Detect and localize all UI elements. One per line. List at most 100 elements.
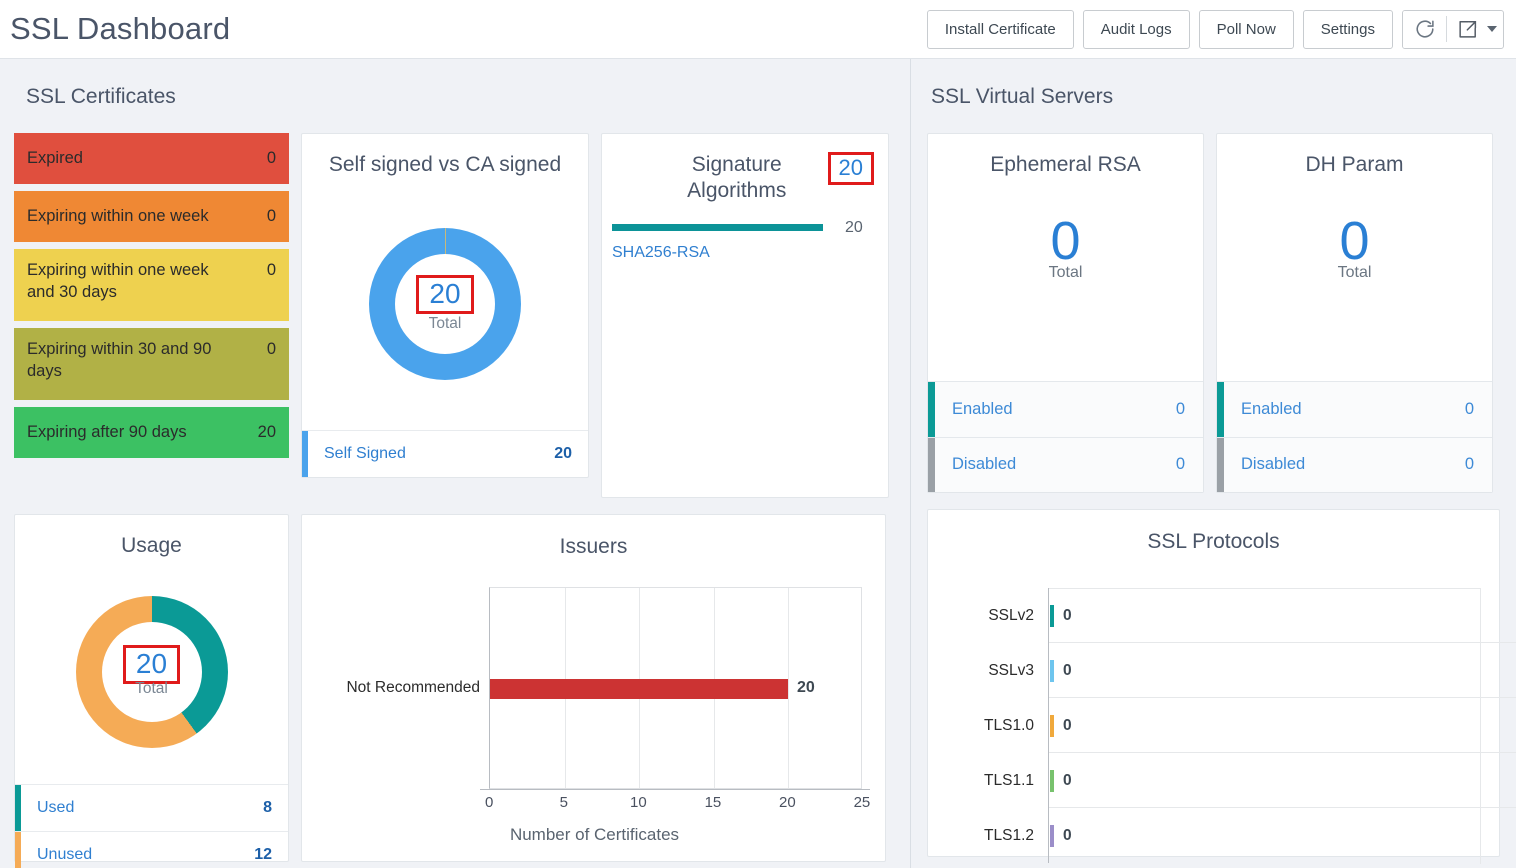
legend-value: 8 xyxy=(263,799,272,817)
usage-card: Usage 20 Total Used 8 Unused 12 xyxy=(14,514,289,868)
certificate-status-list: Expired 0 Expiring within one week 0 Exp… xyxy=(14,133,289,498)
protocol-plot: 0 xyxy=(1048,588,1516,643)
ssl-protocols-plot-area: SSLv2 0 SSLv3 0 TLS1.0 0 TLS1.1 0 TLS1.2… xyxy=(928,588,1516,864)
ephemeral-rsa-card: Ephemeral RSA 0 Total Enabled 0 Disabled… xyxy=(927,133,1204,493)
status-row-expiring-after-90-days[interactable]: Expiring after 90 days 20 xyxy=(14,407,289,458)
self-signed-donut-chart[interactable]: 20 Total xyxy=(302,178,588,430)
usage-donut-chart[interactable]: 20 Total xyxy=(15,559,288,784)
status-row-expiring-week-30-days[interactable]: Expiring within one week and 30 days 0 xyxy=(14,249,289,321)
legend-row-unused[interactable]: Unused 12 xyxy=(15,831,288,868)
donut-total-label: Total xyxy=(428,315,462,333)
status-value: 0 xyxy=(266,207,276,226)
settings-button[interactable]: Settings xyxy=(1302,9,1393,49)
row-label: Enabled xyxy=(952,400,1013,419)
ssl-virtual-servers-title: SSL Virtual Servers xyxy=(931,85,1114,108)
export-icon[interactable] xyxy=(1447,10,1481,48)
protocol-row-tls11[interactable]: TLS1.1 0 xyxy=(928,753,1516,808)
status-value: 0 xyxy=(266,340,276,358)
ssl-protocols-card: SSL Protocols SSLv2 0 SSLv3 0 TLS1.0 0 T… xyxy=(927,509,1516,864)
status-color-swatch xyxy=(1217,382,1224,437)
ephemeral-rsa-body: Ephemeral RSA 0 Total xyxy=(928,134,1203,381)
audit-logs-button[interactable]: Audit Logs xyxy=(1082,9,1190,49)
legend-value: 12 xyxy=(254,846,272,864)
protocol-value: 0 xyxy=(1063,826,1072,844)
card-title: Signature Algorithms xyxy=(687,153,787,203)
card-title: Ephemeral RSA xyxy=(990,153,1141,176)
signature-bar[interactable] xyxy=(612,224,823,231)
protocol-label: TLS1.2 xyxy=(984,826,1034,844)
icon-button-group xyxy=(1402,9,1504,49)
signature-algorithm-name[interactable]: SHA256-RSA xyxy=(612,244,888,262)
dh-param-disabled-row[interactable]: Disabled 0 xyxy=(1217,436,1492,493)
protocol-row-sslv2[interactable]: SSLv2 0 xyxy=(928,588,1516,643)
signature-algorithm-item: 20 SHA256-RSA xyxy=(602,205,888,262)
legend-label: Unused xyxy=(37,846,93,864)
ssl-certificates-title: SSL Certificates xyxy=(26,85,176,108)
row-value: 0 xyxy=(1464,455,1474,474)
status-value: 0 xyxy=(266,261,276,279)
row-label: Enabled xyxy=(1241,400,1302,419)
status-label: Expiring within one week xyxy=(27,207,209,226)
status-row-expired[interactable]: Expired 0 xyxy=(14,133,289,184)
card-title: Issuers xyxy=(559,535,628,558)
dh-param-enabled-row[interactable]: Enabled 0 xyxy=(1217,381,1492,437)
row-value: 0 xyxy=(1175,455,1185,474)
status-value: 20 xyxy=(257,423,276,442)
legend-value: 20 xyxy=(554,445,572,462)
dh-param-body: DH Param 0 Total xyxy=(1217,134,1492,381)
signature-bar-line: 20 xyxy=(612,219,888,237)
protocol-row-sslv3[interactable]: SSLv3 0 xyxy=(928,643,1516,698)
status-row-expiring-30-90-days[interactable]: Expiring within 30 and 90 days 0 xyxy=(14,328,289,400)
protocol-plot: 0 xyxy=(1048,643,1516,698)
refresh-icon[interactable] xyxy=(1403,10,1446,48)
legend-label: Self Signed xyxy=(324,445,406,462)
issuers-x-ticks: 0 5 10 15 20 25 xyxy=(485,794,870,818)
legend-row-self-signed[interactable]: Self Signed 20 xyxy=(302,430,588,477)
row-label: Disabled xyxy=(1241,455,1306,474)
ephemeral-rsa-total-label: Total xyxy=(1048,263,1083,281)
donut-ring: 20 Total xyxy=(369,228,521,381)
legend-row-used[interactable]: Used 8 xyxy=(15,784,288,832)
protocol-row-tls10[interactable]: TLS1.0 0 xyxy=(928,698,1516,753)
ephemeral-rsa-enabled-row[interactable]: Enabled 0 xyxy=(928,381,1203,437)
legend-color-swatch xyxy=(302,431,308,477)
protocol-plot: 0 xyxy=(1048,753,1516,808)
protocol-bar xyxy=(1050,604,1054,627)
tick-label: 5 xyxy=(559,794,568,811)
issuers-category-label: Not Recommended xyxy=(346,679,480,696)
gridline xyxy=(788,588,790,788)
protocol-row-tls12[interactable]: TLS1.2 0 xyxy=(928,808,1499,863)
card-title: Usage xyxy=(121,534,182,557)
status-label: Expiring within one week and 30 days xyxy=(27,261,209,302)
ssl-certificates-panel: SSL Certificates Expired 0 Expiring with… xyxy=(0,59,911,868)
chevron-down-icon[interactable] xyxy=(1481,11,1503,48)
status-row-expiring-one-week[interactable]: Expiring within one week 0 xyxy=(14,191,289,242)
dh-param-total: 0 xyxy=(1339,211,1370,272)
legend-color-swatch xyxy=(15,785,21,832)
donut-center: 20 Total xyxy=(76,596,228,748)
poll-now-button[interactable]: Poll Now xyxy=(1198,9,1294,49)
card-title: DH Param xyxy=(1305,153,1404,176)
page-title: SSL Dashboard xyxy=(10,11,231,46)
protocol-value: 0 xyxy=(1063,606,1072,624)
signature-algorithms-card: Signature Algorithms 20 20 SHA256-RSA xyxy=(601,133,889,498)
protocol-bar xyxy=(1050,824,1054,847)
legend-label: Used xyxy=(37,799,75,817)
tick-label: 10 xyxy=(630,794,647,811)
issuers-x-axis-label: Number of Certificates xyxy=(509,825,680,844)
signature-bar-value: 20 xyxy=(845,218,863,236)
donut-ring: 20 Total xyxy=(75,595,228,748)
certificates-top-row: Expired 0 Expiring within one week 0 Exp… xyxy=(0,109,910,498)
protocol-value: 0 xyxy=(1063,661,1072,679)
status-color-swatch xyxy=(928,382,935,437)
status-label: Expiring within 30 and 90 days xyxy=(27,340,212,381)
protocol-label: TLS1.0 xyxy=(984,716,1034,734)
install-certificate-button[interactable]: Install Certificate xyxy=(926,9,1074,49)
virtual-servers-top-row: Ephemeral RSA 0 Total Enabled 0 Disabled… xyxy=(911,109,1516,493)
donut-center: 20 Total xyxy=(369,228,521,380)
ephemeral-rsa-disabled-row[interactable]: Disabled 0 xyxy=(928,436,1203,493)
donut-total-value: 20 xyxy=(416,275,474,315)
status-color-swatch xyxy=(1217,437,1224,493)
tick-label: 20 xyxy=(779,794,796,811)
issuers-bar[interactable] xyxy=(490,679,789,699)
